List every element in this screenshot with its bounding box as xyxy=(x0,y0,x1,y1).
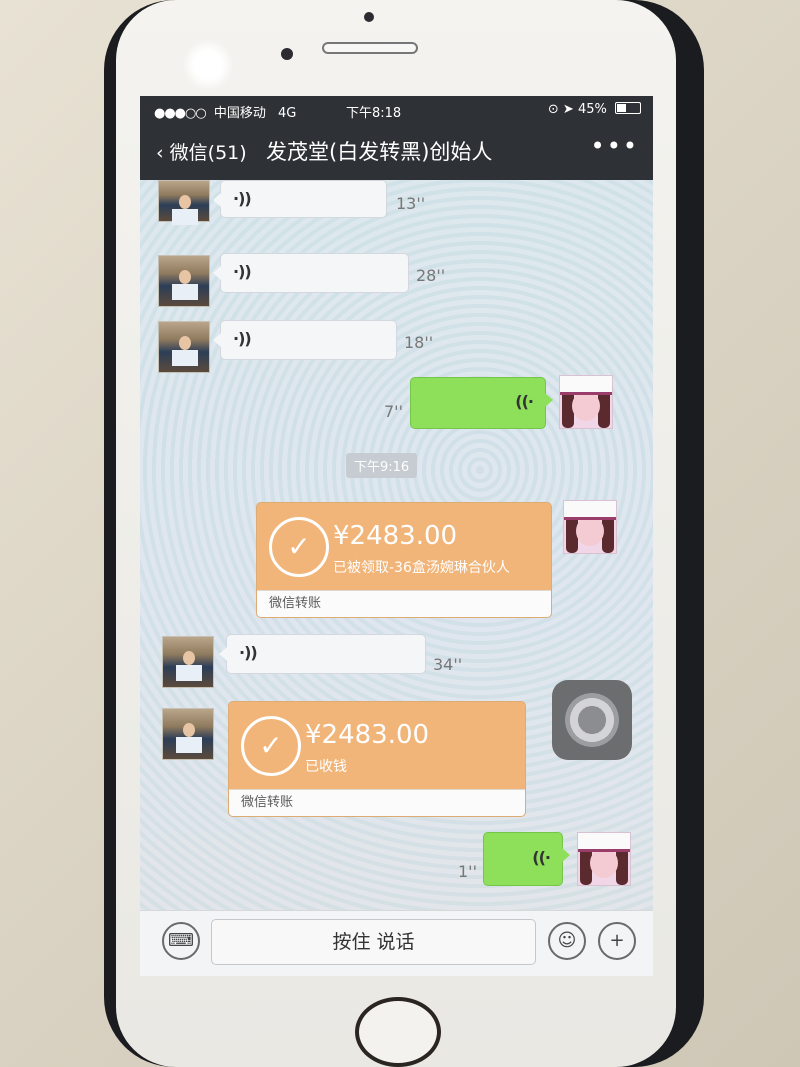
transfer-amount: ¥2483.00 xyxy=(333,521,458,551)
status-right-group: ⊙ ➤ 45% xyxy=(548,102,641,117)
avatar[interactable] xyxy=(577,832,631,886)
avatar-hat xyxy=(578,833,630,852)
avatar-shirt xyxy=(176,737,202,753)
transfer-footer: 微信转账 xyxy=(257,590,551,617)
emoji-icon[interactable]: ☺ xyxy=(548,922,586,960)
chat-title: 发茂堂(白发转黑)创始人 xyxy=(266,140,493,164)
check-icon: ✓ xyxy=(241,716,301,776)
avatar-shirt xyxy=(172,350,198,366)
transfer-amount: ¥2483.00 xyxy=(305,720,430,750)
location-icon: ➤ xyxy=(562,102,574,117)
rotation-lock-icon: ⊙ xyxy=(547,102,559,117)
back-label: 微信(51) xyxy=(169,142,247,164)
earpiece-speaker xyxy=(322,42,418,54)
plus-icon[interactable]: + xyxy=(598,922,636,960)
status-time: 下午8:18 xyxy=(346,106,402,121)
avatar-face xyxy=(576,516,604,546)
avatar-face xyxy=(183,651,195,665)
avatar-hat xyxy=(560,376,612,395)
assistive-touch-ring xyxy=(565,693,619,747)
voice-message[interactable]: ((· xyxy=(410,377,553,429)
avatar-hair xyxy=(598,390,610,428)
voice-duration: 7'' xyxy=(384,402,403,421)
voice-message[interactable]: ·)) xyxy=(213,180,387,218)
avatar-face xyxy=(179,336,191,350)
keyboard-icon[interactable]: ⌨ xyxy=(162,922,200,960)
transfer-footer: 微信转账 xyxy=(229,789,525,816)
sensor-dot xyxy=(364,12,374,22)
avatar-hair xyxy=(602,515,614,553)
voice-wave-icon: ·)) xyxy=(233,189,252,208)
voice-wave-icon: ·)) xyxy=(233,262,252,281)
transfer-status: 已收钱 xyxy=(305,759,347,775)
avatar[interactable] xyxy=(158,255,210,307)
avatar-shirt xyxy=(172,209,198,225)
voice-wave-icon: ·)) xyxy=(239,643,258,662)
network-type: 4G xyxy=(278,106,297,121)
battery-icon xyxy=(615,102,641,114)
voice-message[interactable]: ((· xyxy=(483,832,570,886)
phone-screen: ●●●○○ 中国移动 4G 下午8:18 ⊙ ➤ 45% ‹ 微信(51) 发茂… xyxy=(140,96,653,976)
voice-message[interactable]: ·)) xyxy=(213,253,409,293)
signal-dots-icon: ●●●○○ xyxy=(154,106,207,121)
hold-to-talk-button[interactable]: 按住 说话 xyxy=(211,919,536,965)
avatar[interactable] xyxy=(559,375,613,429)
voice-duration: 34'' xyxy=(433,655,463,674)
more-icon[interactable]: ••• xyxy=(591,132,639,160)
voice-wave-icon: ((· xyxy=(532,848,551,867)
voice-duration: 18'' xyxy=(404,333,434,352)
avatar-face xyxy=(572,391,600,421)
transfer-status: 已被领取-36盒汤婉琳合伙人 xyxy=(333,560,510,576)
avatar[interactable] xyxy=(563,500,617,554)
light-glare xyxy=(183,40,233,90)
voice-wave-icon: ((· xyxy=(515,392,534,411)
chevron-left-icon: ‹ xyxy=(156,142,164,164)
avatar-face xyxy=(179,195,191,209)
carrier-group: ●●●○○ 中国移动 4G xyxy=(154,102,296,121)
battery-percent: 45% xyxy=(577,102,607,117)
voice-duration: 1'' xyxy=(458,862,477,881)
back-button[interactable]: ‹ 微信(51) xyxy=(156,138,247,165)
avatar-hair xyxy=(616,847,628,885)
status-bar: ●●●○○ 中国移动 4G 下午8:18 ⊙ ➤ 45% xyxy=(140,96,653,122)
avatar[interactable] xyxy=(158,180,210,225)
voice-message[interactable]: ·)) xyxy=(219,634,426,674)
avatar-hat xyxy=(564,501,616,520)
avatar-shirt xyxy=(176,665,202,681)
input-bar: ⌨ 按住 说话 ☺ + xyxy=(140,910,653,976)
chat-header: ‹ 微信(51) 发茂堂(白发转黑)创始人 ••• xyxy=(140,122,653,180)
voice-duration: 13'' xyxy=(396,194,426,213)
voice-wave-icon: ·)) xyxy=(233,329,252,348)
avatar-face xyxy=(183,723,195,737)
avatar[interactable] xyxy=(162,636,214,688)
timestamp-label: 下午9:16 xyxy=(346,453,418,478)
assistive-touch-button[interactable] xyxy=(552,680,632,760)
chat-area[interactable]: ·)) 13'' ·)) 28'' ·)) 18'' 7'' ((· 下午9:1… xyxy=(140,180,653,910)
home-button[interactable] xyxy=(355,997,441,1067)
avatar-face xyxy=(179,270,191,284)
check-icon: ✓ xyxy=(269,517,329,577)
avatar[interactable] xyxy=(158,321,210,373)
carrier-name: 中国移动 xyxy=(213,106,266,121)
voice-message[interactable]: ·)) xyxy=(213,320,397,360)
avatar-face xyxy=(590,848,618,878)
transfer-card[interactable]: ✓ ¥2483.00 已被领取-36盒汤婉琳合伙人 微信转账 xyxy=(256,502,552,618)
voice-duration: 28'' xyxy=(416,266,446,285)
avatar[interactable] xyxy=(162,708,214,760)
transfer-card[interactable]: ✓ ¥2483.00 已收钱 微信转账 xyxy=(228,701,526,817)
avatar-shirt xyxy=(172,284,198,300)
front-camera xyxy=(281,48,293,60)
